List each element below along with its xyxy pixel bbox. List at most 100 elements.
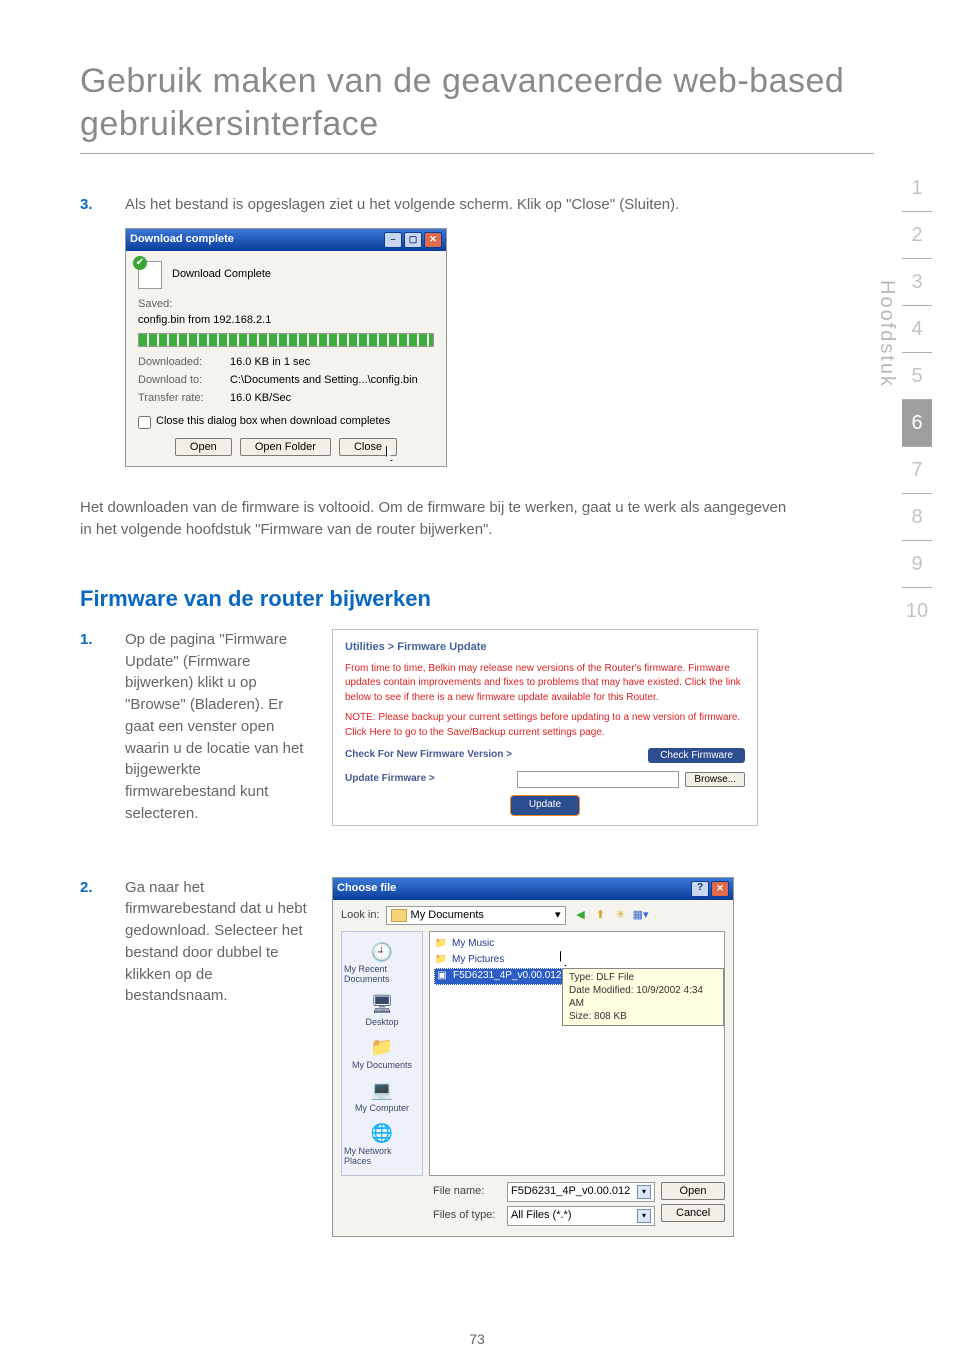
maximize-icon[interactable]: ▢ xyxy=(404,232,422,248)
panel-note-text: NOTE: Please backup your current setting… xyxy=(345,712,740,723)
check-version-label: Check For New Firmware Version > xyxy=(345,748,512,763)
back-icon[interactable]: ◀ xyxy=(572,907,590,923)
new-folder-icon[interactable]: ✳ xyxy=(612,907,630,923)
recent-icon: 🕘 xyxy=(369,940,395,964)
file-type-select[interactable]: All Files (*.*) ▾ xyxy=(507,1206,655,1226)
open-folder-button[interactable]: Open Folder xyxy=(240,438,331,456)
downloaded-value: 16.0 KB in 1 sec xyxy=(230,355,310,371)
update-button[interactable]: Update xyxy=(511,796,579,815)
look-in-value: My Documents xyxy=(411,908,484,924)
panel-note-suffix: to go to the Save/Backup current setting… xyxy=(391,727,604,738)
step-text: Als het bestand is opgeslagen ziet u het… xyxy=(125,194,800,216)
file-type-value: All Files (*.*) xyxy=(511,1208,572,1224)
place-computer[interactable]: 💻My Computer xyxy=(342,1077,422,1116)
computer-icon: 💻 xyxy=(369,1079,395,1103)
downloadto-label: Download to: xyxy=(138,373,230,389)
download-complete-dialog: Download complete – ▢ ✕ Download Complet… xyxy=(125,228,447,468)
file-name-input[interactable]: F5D6231_4P_v0.00.012 ▾ xyxy=(507,1182,655,1202)
step-3: 3. Als het bestand is opgeslagen ziet u … xyxy=(80,194,800,216)
dialog-title: Choose file xyxy=(337,881,396,897)
close-icon[interactable]: ✕ xyxy=(711,881,729,897)
place-network[interactable]: 🌐My Network Places xyxy=(342,1120,422,1169)
look-in-dropdown[interactable]: My Documents ▾ xyxy=(386,906,566,926)
step-2: 2. Ga naar het firmwarebestand dat u heb… xyxy=(80,877,310,1008)
step-text: Ga naar het firmwarebestand dat u hebt g… xyxy=(125,877,310,1008)
progress-bar xyxy=(138,333,434,347)
chapter-tab-10[interactable]: 10 xyxy=(902,588,932,634)
firmware-path-input[interactable] xyxy=(517,771,679,788)
network-icon: 🌐 xyxy=(369,1122,395,1146)
folder-icon xyxy=(391,909,407,922)
step-text: Op de pagina "Firmware Update" (Firmware… xyxy=(125,629,310,825)
chapter-tab-6[interactable]: 6 xyxy=(902,400,932,447)
chapter-tab-4[interactable]: 4 xyxy=(902,306,932,353)
chapter-tab-1[interactable]: 1 xyxy=(902,165,932,212)
step-1: 1. Op de pagina "Firmware Update" (Firmw… xyxy=(80,629,310,825)
subheading-firmware-update: Firmware van de router bijwerken xyxy=(80,583,800,615)
panel-paragraph-1: From time to time, Belkin may release ne… xyxy=(345,662,745,706)
checkbox-input[interactable] xyxy=(138,416,151,429)
place-documents[interactable]: 📁My Documents xyxy=(342,1034,422,1073)
chevron-down-icon[interactable]: ▾ xyxy=(637,1185,651,1199)
view-menu-icon[interactable]: ▦▾ xyxy=(632,907,650,923)
open-button[interactable]: Open xyxy=(175,438,232,456)
folder-icon: 📁 xyxy=(434,937,448,952)
file-list[interactable]: 📁My Music 📁My Pictures ▣ F5D6231_4P_v0.00… xyxy=(429,931,725,1175)
tooltip-modified: Date Modified: 10/9/2002 4:34 AM xyxy=(569,984,717,1010)
dialog-title: Download complete xyxy=(130,232,234,248)
chapter-tab-8[interactable]: 8 xyxy=(902,494,932,541)
place-recent[interactable]: 🕘My Recent Documents xyxy=(342,938,422,987)
place-desktop[interactable]: 🖥Desktop xyxy=(342,991,422,1030)
chapter-tabs: 1 2 3 4 5 6 7 8 9 10 xyxy=(902,165,932,634)
check-firmware-button[interactable]: Check Firmware xyxy=(648,748,745,763)
firmware-update-panel: Utilities > Firmware Update From time to… xyxy=(332,629,758,826)
choose-file-dialog: Choose file ? ✕ Look in: My Documents xyxy=(332,877,734,1237)
minimize-icon[interactable]: – xyxy=(384,232,402,248)
place-label: My Network Places xyxy=(344,1147,420,1167)
item-label: F5D6231_4P_v0.00.012.dlf xyxy=(453,969,575,984)
page-title: Gebruik maken van de geavanceerde web-ba… xyxy=(80,60,874,145)
step-number: 1. xyxy=(80,629,125,825)
places-bar: 🕘My Recent Documents 🖥Desktop 📁My Docume… xyxy=(341,931,423,1175)
list-item[interactable]: 📁My Pictures xyxy=(434,953,720,968)
checkbox-label: Close this dialog box when download comp… xyxy=(156,414,390,430)
transfer-value: 16.0 KB/Sec xyxy=(230,391,291,407)
transfer-label: Transfer rate: xyxy=(138,391,230,407)
chapter-tab-9[interactable]: 9 xyxy=(902,541,932,588)
file-icon: ▣ xyxy=(435,969,449,984)
look-in-label: Look in: xyxy=(341,908,380,924)
file-tooltip: Type: DLF File Date Modified: 10/9/2002 … xyxy=(562,968,724,1026)
saved-label: Saved: xyxy=(138,297,434,313)
saved-value: config.bin from 192.168.2.1 xyxy=(138,313,434,329)
chapter-tab-3[interactable]: 3 xyxy=(902,259,932,306)
dialog-titlebar: Choose file ? ✕ xyxy=(333,878,733,900)
chapter-tab-2[interactable]: 2 xyxy=(902,212,932,259)
dialog-titlebar: Download complete – ▢ ✕ xyxy=(126,229,446,251)
chapter-tab-5[interactable]: 5 xyxy=(902,353,932,400)
place-label: My Recent Documents xyxy=(344,965,420,985)
downloaded-label: Downloaded: xyxy=(138,355,230,371)
update-firmware-label: Update Firmware > xyxy=(345,772,435,787)
close-icon[interactable]: ✕ xyxy=(424,232,442,248)
chapter-tab-7[interactable]: 7 xyxy=(902,447,932,494)
place-label: My Documents xyxy=(352,1061,412,1071)
close-button[interactable]: Close xyxy=(339,438,397,456)
tooltip-type: Type: DLF File xyxy=(569,971,717,984)
step-number: 3. xyxy=(80,194,125,216)
chevron-down-icon[interactable]: ▾ xyxy=(555,908,561,924)
chevron-down-icon[interactable]: ▾ xyxy=(637,1209,651,1223)
browse-button[interactable]: Browse... xyxy=(685,772,745,787)
help-icon[interactable]: ? xyxy=(691,881,709,897)
click-here-link[interactable]: Click Here xyxy=(345,727,391,738)
desktop-icon: 🖥 xyxy=(369,993,395,1017)
cancel-button[interactable]: Cancel xyxy=(661,1204,725,1222)
open-button[interactable]: Open xyxy=(661,1182,725,1200)
file-name-label: File name: xyxy=(433,1184,501,1200)
up-icon[interactable]: ⬆ xyxy=(592,907,610,923)
place-label: Desktop xyxy=(365,1018,398,1028)
file-name-value: F5D6231_4P_v0.00.012 xyxy=(511,1184,630,1200)
list-item-selected[interactable]: ▣ F5D6231_4P_v0.00.012.dlf xyxy=(434,968,578,985)
list-item[interactable]: 📁My Music xyxy=(434,937,720,952)
close-on-complete-checkbox[interactable]: Close this dialog box when download comp… xyxy=(138,414,434,430)
page-number: 73 xyxy=(0,1331,954,1347)
